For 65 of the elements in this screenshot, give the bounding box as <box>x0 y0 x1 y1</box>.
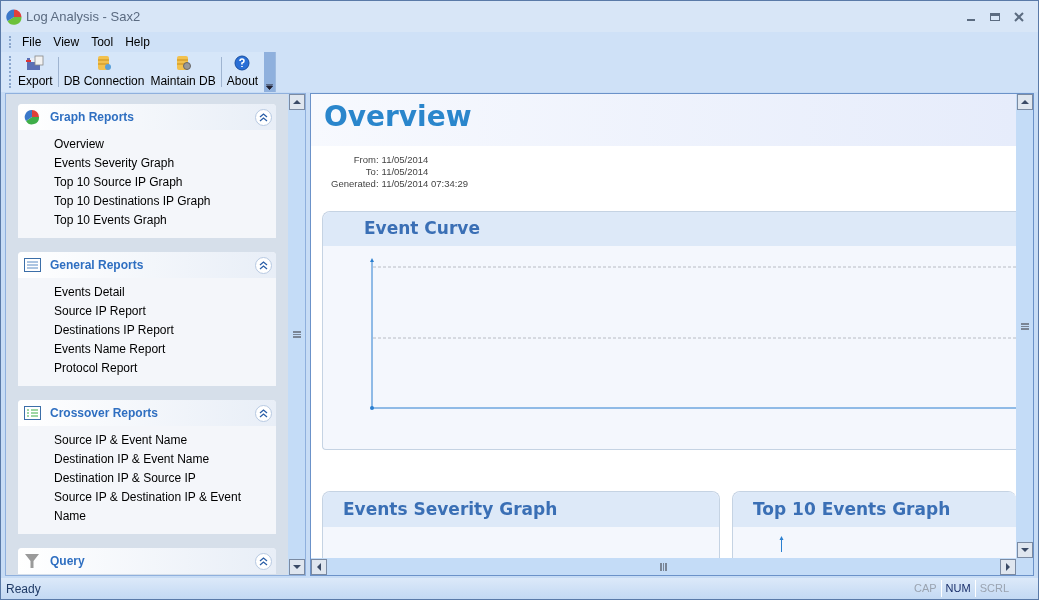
chart-axis-drawing <box>779 536 784 552</box>
help-icon <box>234 54 251 71</box>
report-link[interactable]: Protocol Report <box>54 359 254 378</box>
meta-label: Generated: <box>331 178 379 190</box>
meta-value: 11/05/2014 07:34:29 <box>381 178 468 190</box>
report-link[interactable]: Top 10 Source IP Graph <box>54 173 254 192</box>
meta-value: 11/05/2014 <box>381 154 430 166</box>
database-gear-icon <box>175 54 192 71</box>
floppy-icon <box>26 54 45 71</box>
report-link[interactable]: Events Severity Graph <box>54 154 254 173</box>
toolbar-button[interactable]: Maintain DB <box>147 52 219 92</box>
status-text: Ready <box>6 580 41 598</box>
card-title: Top 10 Events Graph <box>753 497 951 521</box>
report-link[interactable]: Events Name Report <box>54 340 254 359</box>
status-indicator: SCRL <box>974 580 1013 597</box>
table-icon <box>23 406 41 420</box>
report-title: Overview <box>324 99 472 135</box>
scroll-grip-icon <box>292 331 301 338</box>
menu-item[interactable]: Help <box>120 33 155 51</box>
pie-chart-icon <box>24 109 40 125</box>
report-link[interactable]: Top 10 Destinations IP Graph <box>54 192 254 211</box>
meta-label: From: <box>352 154 379 166</box>
toolbar-button[interactable]: Export <box>15 52 56 92</box>
toolbar-overflow-button[interactable] <box>264 52 276 92</box>
report-link[interactable]: Destination IP & Source IP <box>54 469 254 488</box>
status-indicator: CAP <box>912 581 938 597</box>
list-icon <box>23 258 41 272</box>
close-icon <box>1014 11 1024 22</box>
scroll-grip-icon <box>660 562 667 571</box>
vertical-scrollbar[interactable] <box>1016 94 1033 558</box>
menu-item[interactable]: View <box>48 33 85 51</box>
collapse-button[interactable] <box>255 404 272 422</box>
double-chevron-icon <box>259 260 268 270</box>
report-link[interactable]: Source IP & Destination IP & Event Name <box>54 488 254 526</box>
report-link[interactable]: Destinations IP Report <box>54 321 254 340</box>
report-link[interactable]: Overview <box>54 135 254 154</box>
database-icon <box>96 54 113 71</box>
double-chevron-icon <box>259 556 268 566</box>
toolbar-button[interactable]: DB Connection <box>60 52 148 92</box>
close-button[interactable] <box>1011 9 1027 24</box>
menu-item[interactable]: File <box>17 33 47 51</box>
toolbar-button[interactable]: About <box>223 52 262 92</box>
dropdown-caret-icon <box>266 84 274 90</box>
scroll-grip-icon <box>1020 322 1029 330</box>
menu-item[interactable]: Tool <box>86 33 119 51</box>
vertical-scrollbar[interactable] <box>288 94 305 575</box>
filter-icon <box>25 553 39 569</box>
app-logo-icon <box>6 8 22 25</box>
status-indicator: NUM <box>940 580 975 597</box>
report-link[interactable]: Top 10 Events Graph <box>54 211 254 230</box>
collapse-button[interactable] <box>255 552 272 570</box>
card-title: Event Curve <box>364 217 480 241</box>
report-link[interactable]: Destination IP & Event Name <box>54 450 254 469</box>
panel-header[interactable]: Query <box>50 552 85 570</box>
collapse-button[interactable] <box>255 256 272 274</box>
report-link[interactable]: Events Detail <box>54 283 254 302</box>
card-title: Events Severity Graph <box>343 497 558 521</box>
collapse-button[interactable] <box>255 108 272 126</box>
meta-value: 11/05/2014 <box>381 166 430 178</box>
double-chevron-icon <box>259 112 268 122</box>
window-title: Log Analysis - Sax2 <box>26 7 141 26</box>
meta-label: To: <box>364 166 379 178</box>
double-chevron-icon <box>259 408 268 418</box>
report-link[interactable]: Source IP & Event Name <box>54 431 254 450</box>
report-link[interactable]: Source IP Report <box>54 302 254 321</box>
